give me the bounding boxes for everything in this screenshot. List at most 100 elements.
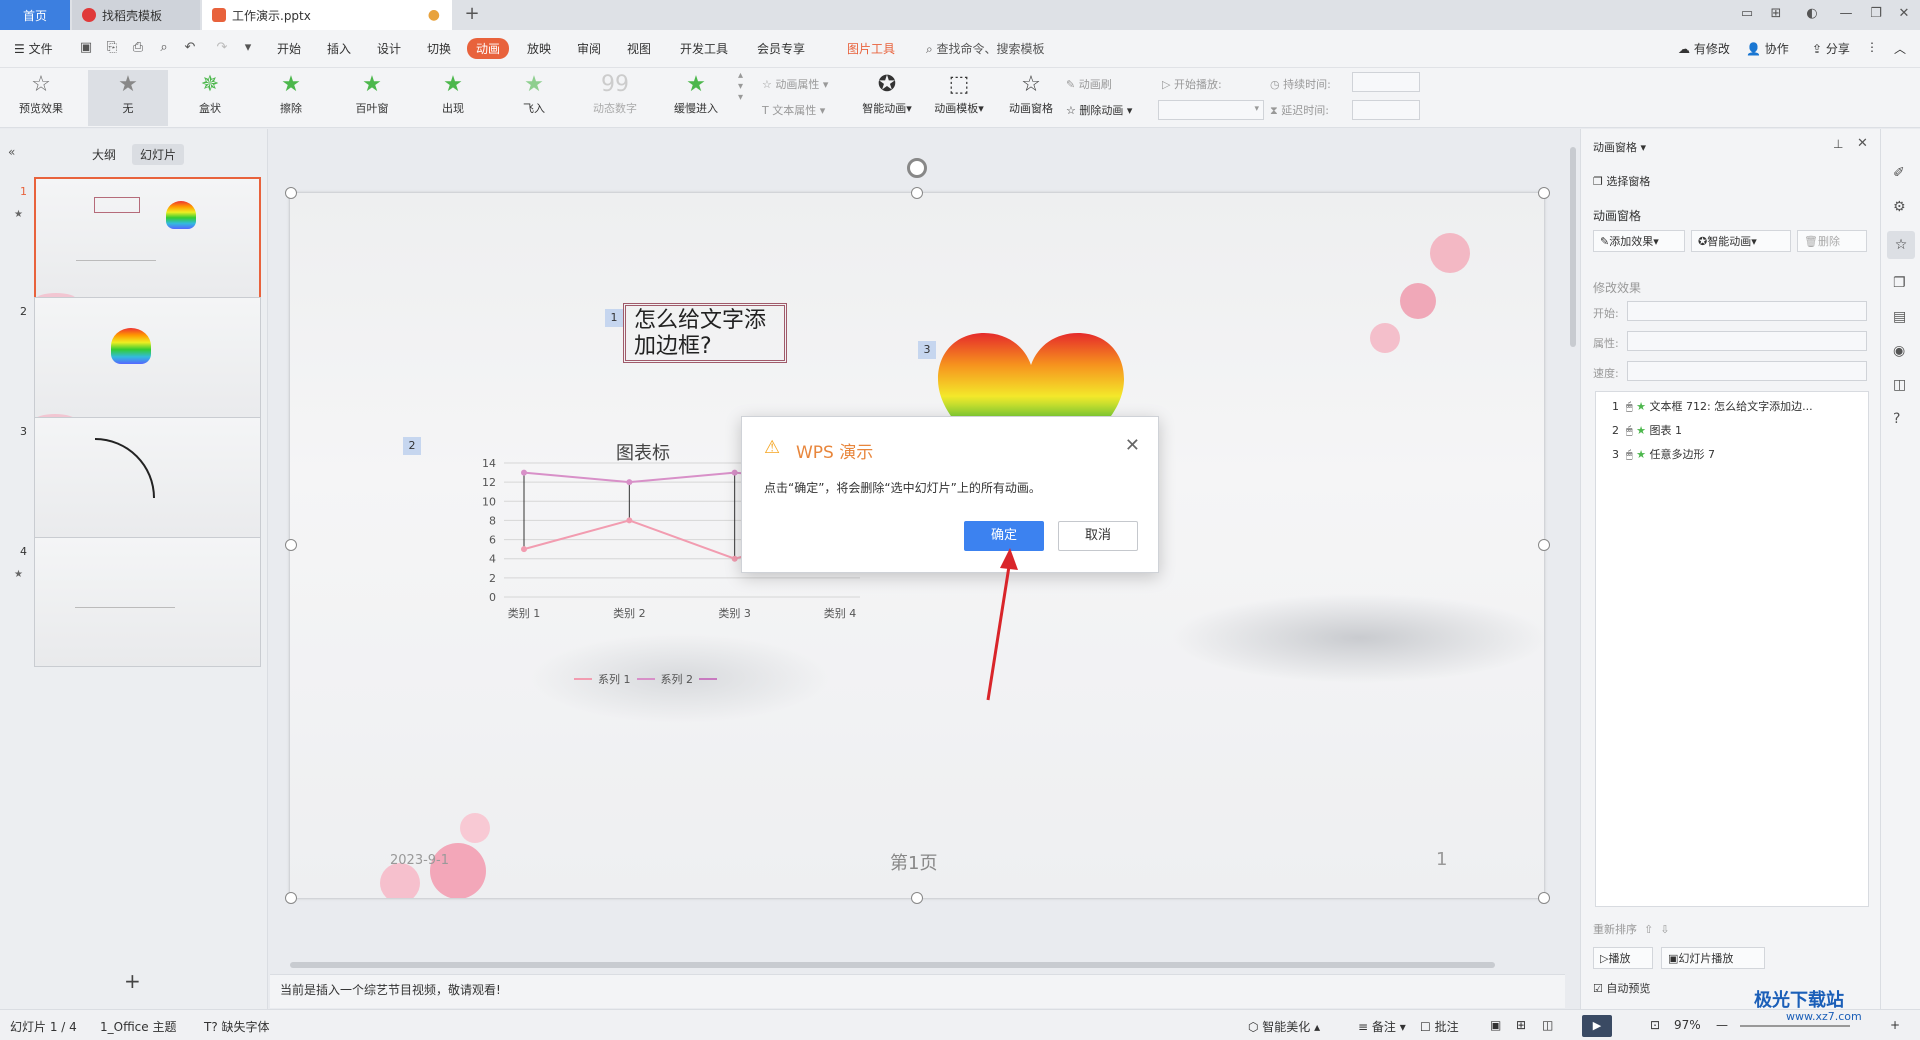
copy-icon[interactable]: ❐ <box>1893 275 1906 291</box>
attr-select[interactable] <box>1627 331 1867 351</box>
list-item[interactable]: 3 🖱 ★ 任意多边形 7 <box>1612 446 1715 462</box>
animation-list[interactable]: 1 🖱 ★ 文本框 712: 怎么给文字添加边... 2 🖱 ★ 图表 1 3 … <box>1595 391 1869 907</box>
resize-handle[interactable] <box>1538 892 1550 904</box>
modified-button[interactable]: ☁ 有修改 <box>1678 40 1730 57</box>
vertical-scrollbar[interactable] <box>1568 135 1578 955</box>
menu-insert[interactable]: 插入 <box>327 40 351 57</box>
new-tab-button[interactable]: + <box>462 3 482 24</box>
add-slide-button[interactable]: + <box>124 969 141 993</box>
zoom-out-icon[interactable]: — <box>1716 1018 1728 1032</box>
location-icon[interactable]: ◉ <box>1893 343 1905 359</box>
auto-preview-checkbox[interactable]: ☑ 自动预览 <box>1593 980 1650 996</box>
resize-handle[interactable] <box>1538 187 1550 199</box>
smart-anim-button[interactable]: ✪ 智能动画▾ <box>852 70 922 126</box>
export-icon[interactable]: ⎘ <box>104 40 120 56</box>
effect-blinds[interactable]: ★ 百叶窗 <box>337 70 407 126</box>
menu-view[interactable]: 视图 <box>627 40 651 57</box>
fit-icon[interactable]: ⊡ <box>1650 1018 1660 1032</box>
start-play-select[interactable]: ▾ <box>1158 100 1264 120</box>
anim-attr-dropdown[interactable]: ☆ 动画属性 ▾ <box>762 76 828 92</box>
scrollbar-thumb[interactable] <box>1570 147 1576 347</box>
list-item[interactable]: 2 🖱 ★ 图表 1 <box>1612 422 1682 438</box>
slide-thumbnail-1[interactable] <box>34 177 261 307</box>
menu-picture-tools[interactable]: 图片工具 <box>847 40 895 57</box>
resize-handle[interactable] <box>285 892 297 904</box>
start-select[interactable] <box>1627 301 1867 321</box>
collapse-ribbon-icon[interactable]: ︿ <box>1894 40 1906 57</box>
effect-slow-enter[interactable]: ★ 缓慢进入 <box>661 70 731 126</box>
avatar[interactable]: ◐ <box>1802 6 1822 24</box>
effect-none[interactable]: ★ 无 <box>88 70 168 126</box>
effect-fly-in[interactable]: ★ 飞入 <box>499 70 569 126</box>
menu-developer[interactable]: 开发工具 <box>680 40 728 57</box>
anim-brush-button[interactable]: ✎ 动画刷 <box>1066 76 1112 92</box>
add-effect-button[interactable]: ✎ 添加效果 ▾ <box>1593 230 1685 252</box>
delay-input[interactable] <box>1352 100 1420 120</box>
close-window-button[interactable]: ✕ <box>1894 6 1914 24</box>
layout-icon[interactable]: ▭ <box>1737 6 1757 24</box>
more-icon[interactable]: ⋮ <box>1866 40 1878 54</box>
notes-button[interactable]: ≡ 备注 ▾ <box>1358 1018 1406 1035</box>
cancel-button[interactable]: 取消 <box>1058 521 1138 551</box>
resize-handle[interactable] <box>911 892 923 904</box>
rotate-handle-icon[interactable] <box>907 158 927 178</box>
collab-button[interactable]: 👤 协作 <box>1746 40 1789 57</box>
slideshow-button[interactable]: ▣ 幻灯片播放 <box>1661 947 1765 969</box>
comment-button[interactable]: ☐ 批注 <box>1420 1018 1459 1035</box>
dialog-close-icon[interactable]: ✕ <box>1125 435 1140 456</box>
hscroll-thumb[interactable] <box>290 962 1495 968</box>
effect-dynamic-number[interactable]: 99 动态数字 <box>580 70 650 126</box>
menu-start[interactable]: 开始 <box>277 40 301 57</box>
menu-transition[interactable]: 切换 <box>427 40 451 57</box>
pane-close-icon[interactable]: ✕ <box>1857 136 1868 151</box>
tab-slides[interactable]: 幻灯片 <box>132 144 185 165</box>
magic-icon[interactable]: ✐ <box>1893 165 1905 181</box>
save-icon[interactable]: ▣ <box>78 40 94 56</box>
resize-handle[interactable] <box>911 187 923 199</box>
effect-wipe[interactable]: ★ 擦除 <box>256 70 326 126</box>
animation-star-icon[interactable]: ☆ <box>1887 231 1915 259</box>
minimize-button[interactable]: — <box>1836 6 1856 24</box>
delete-anim-button[interactable]: ☆ 删除动画 ▾ <box>1066 102 1132 118</box>
grid-icon[interactable]: ⊞ <box>1766 6 1786 24</box>
effect-appear[interactable]: ★ 出现 <box>418 70 488 126</box>
beautify-button[interactable]: ⬡ 智能美化 ▴ <box>1248 1018 1320 1035</box>
select-pane-link[interactable]: ❐ 选择窗格 <box>1593 173 1650 189</box>
speed-select[interactable] <box>1627 361 1867 381</box>
slide-thumbnail-2[interactable] <box>34 297 261 427</box>
file-menu[interactable]: ☰ 文件 <box>14 40 53 57</box>
horizontal-scrollbar[interactable] <box>290 960 1560 970</box>
normal-view-icon[interactable]: ▣ <box>1490 1018 1501 1032</box>
effect-box[interactable]: ✵ 盒状 <box>175 70 245 126</box>
menu-vip[interactable]: 会员专享 <box>757 40 805 57</box>
title-textbox[interactable]: 怎么给文字添加边框? <box>623 303 787 363</box>
pane-header[interactable]: 动画窗格 ▾ <box>1593 139 1646 155</box>
move-down-icon[interactable]: ⇩ <box>1660 923 1669 936</box>
text-attr-dropdown[interactable]: T 文本属性 ▾ <box>762 102 825 118</box>
tab-document[interactable]: 工作演示.pptx ● <box>202 0 452 30</box>
undo-icon[interactable]: ↶ <box>182 40 198 56</box>
restore-button[interactable]: ❐ <box>1866 6 1886 24</box>
redo-icon[interactable]: ↷ <box>214 40 230 56</box>
slide-thumbnail-3[interactable] <box>34 417 261 547</box>
book-icon[interactable]: ◫ <box>1893 377 1906 393</box>
slide-thumbnail-4[interactable] <box>34 537 261 667</box>
preview-effect-button[interactable]: ☆ 预览效果 <box>6 70 76 126</box>
resize-handle[interactable] <box>285 187 297 199</box>
play-slideshow-icon[interactable]: ▶ <box>1582 1015 1612 1037</box>
notes-area[interactable]: 当前是插入一个综艺节目视频，敬请观看! <box>270 974 1565 1008</box>
print-preview-icon[interactable]: ⌕ <box>156 40 172 56</box>
missing-font-button[interactable]: T? 缺失字体 <box>204 1018 270 1035</box>
theme-name[interactable]: 1_Office 主题 <box>100 1018 176 1035</box>
sorter-view-icon[interactable]: ⊞ <box>1516 1018 1526 1032</box>
help-icon[interactable]: ? <box>1893 411 1900 427</box>
menu-slideshow[interactable]: 放映 <box>527 40 551 57</box>
play-button[interactable]: ▷ 播放 <box>1593 947 1653 969</box>
zoom-level[interactable]: 97% <box>1674 1018 1701 1032</box>
tab-home[interactable]: 首页 <box>0 0 70 30</box>
tab-outline[interactable]: 大纲 <box>84 144 124 165</box>
delete-pane-button[interactable]: 🗑 删除 <box>1797 230 1867 252</box>
resize-handle[interactable] <box>1538 539 1550 551</box>
list-item[interactable]: 1 🖱 ★ 文本框 712: 怎么给文字添加边... <box>1612 398 1813 414</box>
more-quick-icon[interactable]: ▾ <box>240 40 256 56</box>
